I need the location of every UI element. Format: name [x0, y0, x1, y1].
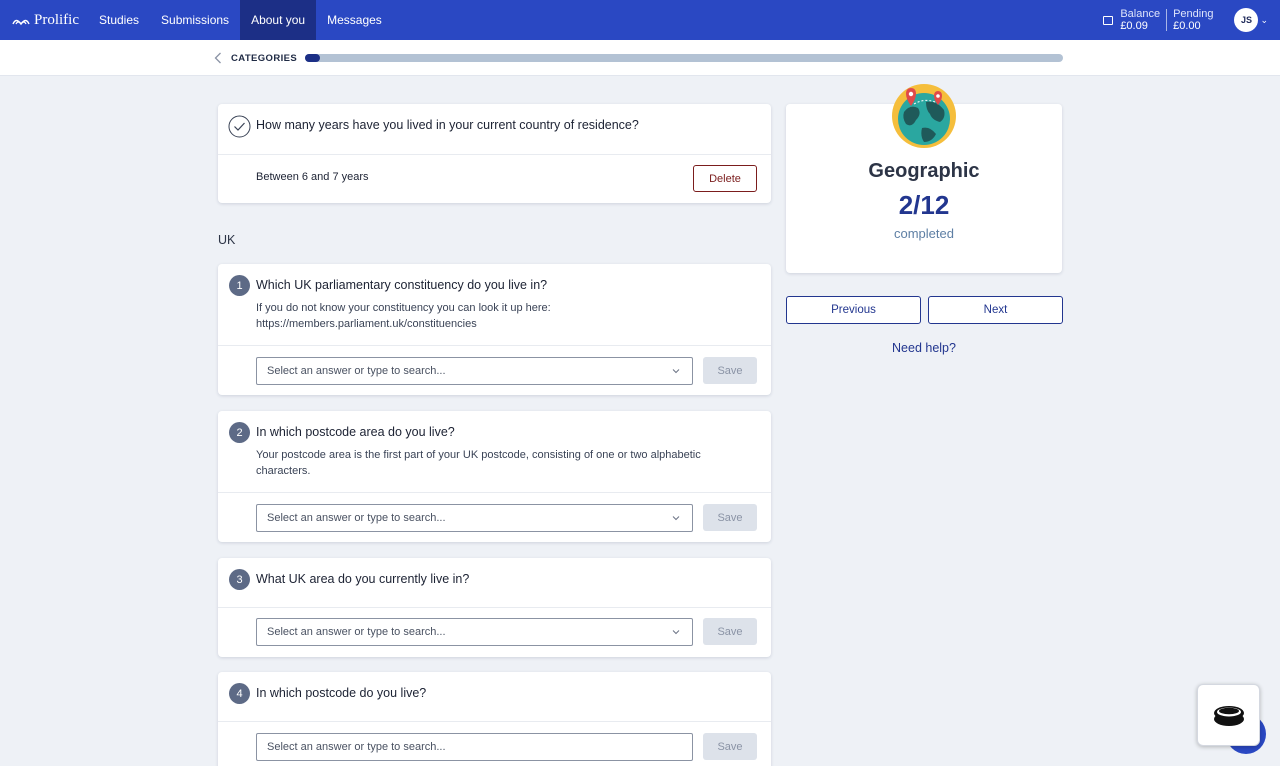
chevron-down-icon — [672, 630, 680, 635]
divider — [218, 607, 771, 608]
select-placeholder: Select an answer or type to search... — [267, 365, 446, 377]
chat-icon — [1213, 706, 1244, 726]
question-card: 2 In which postcode area do you live? Yo… — [218, 411, 771, 542]
wallet-icon — [1103, 15, 1114, 25]
question-title: Which UK parliamentary constituency do y… — [256, 278, 548, 292]
balance-value: £0.09 — [1120, 20, 1148, 32]
answer-select[interactable]: Select an answer or type to search... — [256, 618, 693, 646]
chevron-left-icon[interactable] — [214, 52, 222, 64]
divider — [218, 492, 771, 493]
avatar[interactable]: JS — [1234, 8, 1259, 32]
categories-link[interactable]: CATEGORIES — [231, 53, 297, 64]
answer-input[interactable]: Select an answer or type to search... — [256, 733, 693, 761]
question-help: If you do not know your constituency you… — [256, 302, 551, 330]
answer-select[interactable]: Select an answer or type to search... — [256, 504, 693, 532]
balance[interactable]: Balance £0.09 — [1120, 8, 1160, 32]
divider — [1166, 9, 1168, 31]
answered-question-card: How many years have you lived in your cu… — [218, 104, 771, 203]
nav-studies[interactable]: Studies — [88, 0, 150, 40]
select-placeholder: Select an answer or type to search... — [267, 512, 446, 524]
question-title: In which postcode do you live? — [256, 686, 427, 700]
divider — [218, 154, 771, 155]
progress-fill — [305, 54, 321, 62]
globe-icon — [892, 84, 956, 148]
logo-icon — [12, 19, 30, 26]
prolific-logo[interactable]: Prolific — [0, 12, 88, 29]
category-count: 2/12 — [898, 190, 950, 220]
pending[interactable]: Pending £0.00 — [1173, 8, 1213, 32]
pending-label: Pending — [1173, 8, 1214, 20]
question-title: What UK area do you currently live in? — [256, 572, 470, 586]
question-title: In which postcode area do you live? — [256, 425, 455, 439]
select-placeholder: Select an answer or type to search... — [267, 626, 446, 638]
logo-text: Prolific — [34, 11, 79, 28]
nav-about-you[interactable]: About you — [240, 0, 317, 40]
account-area: Balance £0.09 Pending £0.00 JS ⌄ — [1103, 0, 1280, 40]
category-name: Geographic — [868, 160, 980, 182]
save-button[interactable]: Save — [703, 733, 757, 760]
category-status: completed — [894, 226, 954, 241]
chat-widget[interactable] — [1197, 684, 1260, 746]
question-card: 3 What UK area do you currently live in?… — [218, 558, 771, 657]
save-button[interactable]: Save — [703, 504, 757, 531]
question-card: 4 In which postcode do you live? Select … — [218, 672, 771, 766]
divider — [218, 721, 771, 722]
answer-value: Between 6 and 7 years — [256, 171, 369, 183]
top-navigation: Prolific Studies Submissions About you M… — [0, 0, 1280, 40]
question-title: How many years have you lived in your cu… — [256, 118, 639, 132]
nav-messages[interactable]: Messages — [316, 0, 393, 40]
balance-label: Balance — [1120, 8, 1161, 20]
save-button[interactable]: Save — [703, 618, 757, 645]
answer-select[interactable]: Select an answer or type to search... — [256, 357, 693, 385]
question-help: Your postcode area is the first part of … — [256, 449, 701, 477]
select-placeholder: Select an answer or type to search... — [267, 741, 446, 753]
chevron-down-icon — [672, 369, 680, 374]
chevron-down-icon — [672, 516, 680, 521]
progress-bar — [305, 54, 1063, 62]
divider — [218, 345, 771, 346]
main-nav: Studies Submissions About you Messages — [88, 0, 393, 40]
question-card: 1 Which UK parliamentary constituency do… — [218, 264, 771, 395]
next-button[interactable]: Next — [928, 296, 1063, 324]
previous-button[interactable]: Previous — [786, 296, 921, 324]
nav-submissions[interactable]: Submissions — [150, 0, 240, 40]
section-label: UK — [218, 233, 236, 247]
delete-button[interactable]: Delete — [693, 165, 757, 192]
save-button[interactable]: Save — [703, 357, 757, 384]
pending-value: £0.00 — [1173, 20, 1201, 32]
chevron-down-icon[interactable]: ⌄ — [1260, 15, 1268, 26]
need-help-link[interactable]: Need help? — [786, 341, 1062, 355]
